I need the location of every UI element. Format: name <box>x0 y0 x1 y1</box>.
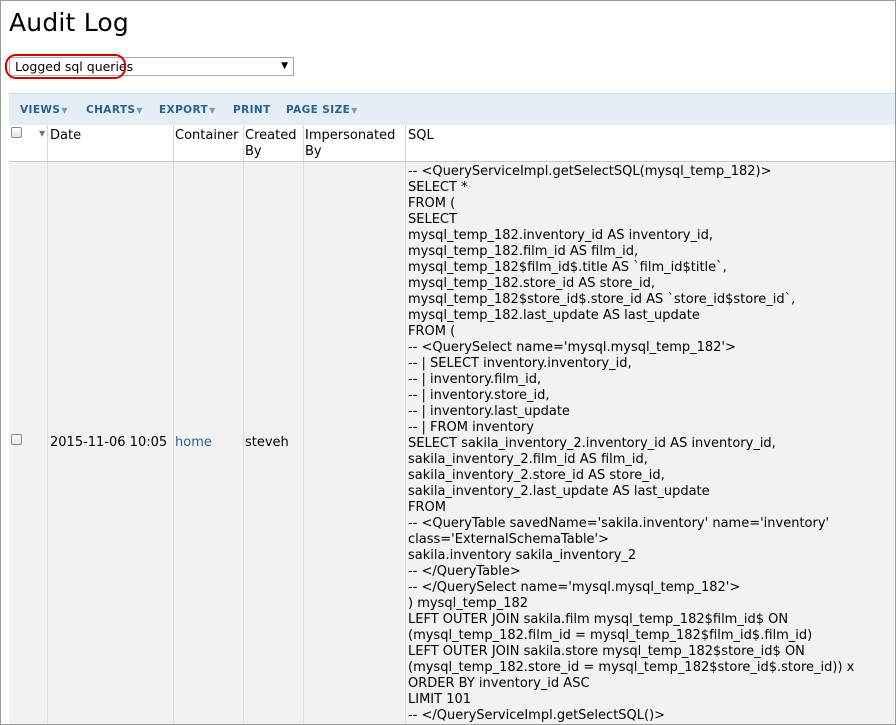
column-header-created-by-label: Created <box>245 128 297 143</box>
print-button[interactable]: PRINT <box>233 104 271 116</box>
table-row: 2015-11-06 10:05 home steveh -- <QuerySe… <box>9 162 895 724</box>
sql-line: (mysql_temp_182.store_id = mysql_temp_18… <box>408 660 855 675</box>
audit-log-panel: Audit Log Logged sql queries ▼ VIEWS▼ CH… <box>0 0 896 725</box>
sql-line: FROM ( <box>408 324 456 339</box>
sql-line: FROM ( <box>408 196 456 211</box>
sql-line: -- </QuerySelect name='mysql.mysql_temp_… <box>408 580 741 595</box>
views-label: VIEWS <box>20 104 61 116</box>
grid-header-row: ▼ Date Container Created By Impersonated B… <box>9 125 895 162</box>
column-divider <box>303 162 304 724</box>
sql-line: mysql_temp_182.inventory_id AS inventory… <box>408 228 713 243</box>
cell-date: 2015-11-06 10:05 <box>50 435 168 450</box>
column-header-impersonated-by-label: Impersonated <box>305 128 396 143</box>
page-size-menu-button[interactable]: PAGE SIZE▼ <box>286 104 358 116</box>
column-divider <box>173 162 174 724</box>
sql-line: mysql_temp_182$film_id$.title AS `film_i… <box>408 260 727 275</box>
export-label: EXPORT <box>159 104 209 116</box>
sql-line: -- <QuerySelect name='mysql.mysql_temp_1… <box>408 340 736 355</box>
sql-line: -- <QueryTable savedName='sakila.invento… <box>408 516 830 531</box>
sql-line: mysql_temp_182.film_id AS film_id, <box>408 244 639 259</box>
sql-line: -- | SELECT inventory.inventory_id, <box>408 356 632 371</box>
sql-line: mysql_temp_182.store_id AS store_id, <box>408 276 655 291</box>
sql-line: -- </QueryServiceImpl.getSelectSQL()> <box>408 708 666 723</box>
sql-line: SELECT * <box>408 180 468 195</box>
column-header-impersonated-by-label-2: By <box>305 144 322 159</box>
sql-line: ) mysql_temp_182 <box>408 596 529 611</box>
sql-line: FROM <box>408 500 446 515</box>
sql-line: ORDER BY inventory_id ASC <box>408 676 590 691</box>
sql-line: mysql_temp_182$store_id$.store_id AS `st… <box>408 292 796 307</box>
column-divider <box>47 162 48 724</box>
charts-caret-icon: ▼ <box>136 106 143 115</box>
sql-line: mysql_temp_182.last_update AS last_updat… <box>408 308 700 323</box>
page-title: Audit Log <box>9 8 129 37</box>
column-header-sql[interactable]: SQL <box>408 128 434 144</box>
cell-created-by: steveh <box>245 435 289 450</box>
page-size-label: PAGE SIZE <box>286 104 351 116</box>
sql-line: -- | inventory.store_id, <box>408 388 550 403</box>
sql-line: -- | inventory.last_update <box>408 404 570 419</box>
grid-toolbar: VIEWS▼ CHARTS▼ EXPORT▼ PRINT PAGE SIZE▼ <box>9 93 895 125</box>
sql-line: LIMIT 101 <box>408 692 472 707</box>
export-menu-button[interactable]: EXPORT▼ <box>159 104 216 116</box>
sql-line: sakila_inventory_2.store_id AS store_id, <box>408 468 665 483</box>
query-type-select[interactable]: Logged sql queries ▼ <box>9 57 294 76</box>
column-header-impersonated-by[interactable]: Impersonated By <box>305 128 395 160</box>
row-select-checkbox[interactable] <box>11 434 22 445</box>
sql-line: -- | inventory.film_id, <box>408 372 542 387</box>
sql-line: SELECT <box>408 212 457 227</box>
column-header-created-by[interactable]: Created By <box>245 128 296 160</box>
column-header-date-label: Date <box>50 128 82 143</box>
sql-line: LEFT OUTER JOIN sakila.store mysql_temp_… <box>408 644 805 659</box>
print-label: PRINT <box>233 104 271 116</box>
views-caret-icon: ▼ <box>61 106 68 115</box>
sql-line: -- | FROM inventory <box>408 420 534 435</box>
sql-line: -- <QueryServiceImpl.getSelectSQL(mysql_… <box>408 164 772 179</box>
column-divider <box>303 125 304 161</box>
sql-line: sakila_inventory_2.last_update AS last_u… <box>408 484 710 499</box>
select-menu-caret-icon[interactable]: ▼ <box>39 129 45 138</box>
column-divider <box>173 125 174 161</box>
column-header-date[interactable]: Date <box>50 128 81 144</box>
column-divider <box>405 162 406 724</box>
column-header-created-by-label-2: By <box>245 144 262 159</box>
sql-line: (mysql_temp_182.film_id = mysql_temp_182… <box>408 628 813 643</box>
sql-line: sakila.inventory sakila_inventory_2 <box>408 548 637 563</box>
sql-line: -- </QueryTable> <box>408 564 521 579</box>
column-divider <box>243 125 244 161</box>
column-header-container[interactable]: Container <box>175 128 239 144</box>
views-menu-button[interactable]: VIEWS▼ <box>20 104 68 116</box>
cell-container-link[interactable]: home <box>175 435 212 451</box>
cell-sql: -- <QueryServiceImpl.getSelectSQL(mysql_… <box>408 164 854 724</box>
column-header-sql-label: SQL <box>408 128 434 143</box>
page-size-caret-icon: ▼ <box>351 106 358 115</box>
column-divider <box>47 125 48 161</box>
sql-line: LEFT OUTER JOIN sakila.film mysql_temp_1… <box>408 612 789 627</box>
sql-line: sakila_inventory_2.film_id AS film_id, <box>408 452 648 467</box>
column-divider <box>243 162 244 724</box>
charts-menu-button[interactable]: CHARTS▼ <box>86 104 143 116</box>
select-all-checkbox[interactable] <box>11 127 22 138</box>
charts-label: CHARTS <box>86 104 136 116</box>
sql-line: class='ExternalSchemaTable'> <box>408 532 610 547</box>
export-caret-icon: ▼ <box>209 106 216 115</box>
column-divider <box>405 125 406 161</box>
column-header-container-label: Container <box>175 128 239 143</box>
query-type-select-value: Logged sql queries <box>15 59 134 74</box>
dropdown-arrow-icon: ▼ <box>281 61 288 71</box>
sql-line: SELECT sakila_inventory_2.inventory_id A… <box>408 436 776 451</box>
